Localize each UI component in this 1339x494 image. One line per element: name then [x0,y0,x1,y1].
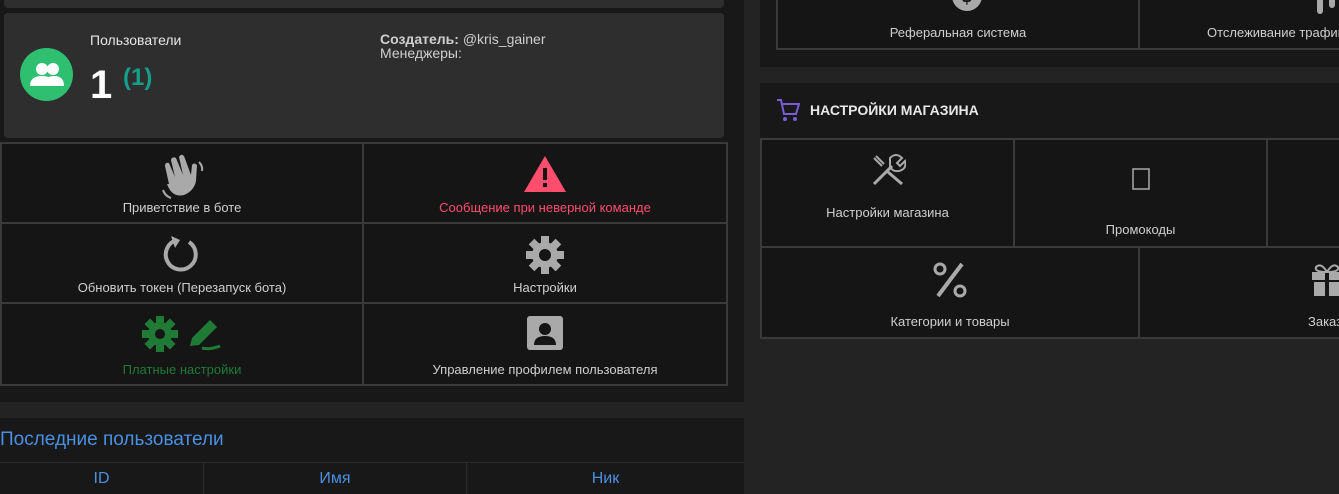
tile-refresh-token[interactable]: Обновить токен (Перезапуск бота) [0,222,364,304]
tile-shop-settings[interactable]: Настройки магазина [760,138,1015,248]
users-new-count: (1) [123,64,153,91]
tile-categories-products[interactable]: Категории и товары [760,246,1140,339]
refresh-icon [2,234,362,274]
gear-pencil-icon [2,314,362,354]
tile-paid-settings[interactable]: Платные настройки [0,302,364,386]
tile-label: Заказ [1308,314,1339,329]
percent-icon [762,260,1138,300]
tile-label: Промокоды [1105,222,1176,237]
shop-settings-title: НАСТРОЙКИ МАГАЗИНА [810,102,979,118]
users-icon [20,48,73,101]
tile-orders[interactable]: Заказ [1138,246,1339,339]
tile-traffic-tracking[interactable]: Отслеживание трафика [1138,0,1339,50]
svg-text:$: $ [961,0,972,6]
top-card-edge [4,0,724,8]
tile-label: Сообщение при неверной команде [439,200,651,215]
gift-icon [1310,262,1339,299]
creator-value[interactable]: @kris_gainer [463,31,546,47]
user-profile-icon [364,314,726,352]
tile-invalid-command[interactable]: Сообщение при неверной команде [362,142,728,224]
promo-icon [1015,168,1266,190]
tools-icon [762,152,1013,188]
tile-referral[interactable]: $ Реферальная система [776,0,1140,50]
column-header-nick[interactable]: Ник [467,463,744,494]
tile-label: Платные настройки [122,362,242,377]
tile-label: Настройки магазина [826,205,949,220]
tile-promocodes[interactable]: Промокоды [1013,138,1268,248]
managers-label: Менеджеры: [380,45,462,61]
users-label: Пользователи [90,32,182,48]
tile-welcome[interactable]: Приветствие в боте [0,142,364,224]
tile-shop-extra[interactable] [1266,138,1339,248]
tile-user-profile[interactable]: Управление профилем пользователя [362,302,728,386]
tile-label: Отслеживание трафика [1207,25,1339,40]
waving-hand-icon [2,154,362,200]
shopping-cart-icon [776,97,801,123]
column-header-name[interactable]: Имя [204,463,467,494]
latest-users-title: Последние пользователи [0,429,224,450]
tile-label: Категории и товары [890,314,1010,329]
bot-tiles-grid: Приветствие в боте Сообщение при неверно… [0,142,728,386]
dollar-icon: $ [950,0,984,21]
tile-settings[interactable]: Настройки [362,222,728,304]
features-panel: $ Реферальная система Отслеживание трафи… [760,0,1339,67]
creator-line: Создатель: @kris_gainer [380,32,546,46]
warning-icon [364,154,726,194]
latest-users-table-header: ID Имя Ник [0,462,744,494]
column-header-id[interactable]: ID [0,463,204,494]
tile-label: Настройки [513,280,577,295]
tile-label: Управление профилем пользователя [432,362,658,377]
tile-label: Реферальная система [889,25,1027,40]
gear-icon [364,234,726,276]
tile-label: Приветствие в боте [122,200,242,215]
users-count: 1 [90,63,113,107]
tracking-icon [1315,0,1339,21]
tile-label: Обновить токен (Перезапуск бота) [77,280,287,295]
